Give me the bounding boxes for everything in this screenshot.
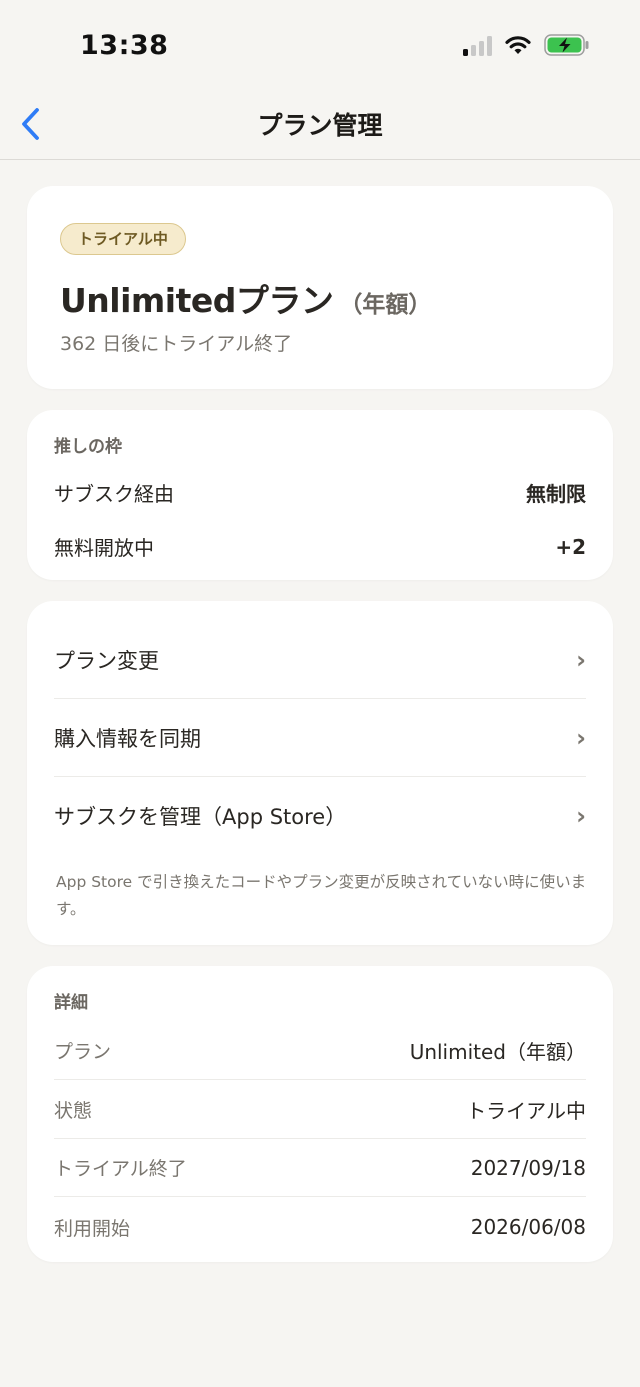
detail-value: 2027/09/18 <box>470 1155 586 1180</box>
battery-charging-icon <box>544 34 589 56</box>
nav-bar: プラン管理 <box>0 96 640 160</box>
detail-key: プラン <box>54 1041 112 1063</box>
status-time: 13:38 <box>80 30 169 61</box>
slot-value: 無制限 <box>526 482 586 506</box>
plan-name: Unlimitedプラン <box>60 281 334 320</box>
plan-period: （年額） <box>339 292 432 318</box>
chevron-right-icon: › <box>576 802 586 830</box>
slot-label: サブスク経由 <box>54 482 174 506</box>
status-bar: 13:38 <box>0 0 640 96</box>
slot-row-free: 無料開放中 +2 <box>54 532 586 561</box>
slots-card: 推しの枠 サブスク経由 無制限 無料開放中 +2 <box>27 410 613 580</box>
detail-row-plan: プラン Unlimited（年額） <box>54 1022 586 1080</box>
trial-remaining-text: 362 日後にトライアル終了 <box>60 333 293 355</box>
action-label: 購入情報を同期 <box>54 726 201 751</box>
detail-row-status: 状態 トライアル中 <box>54 1081 586 1139</box>
sync-purchases-button[interactable]: 購入情報を同期 › <box>54 699 586 777</box>
slot-row-subscription: サブスク経由 無制限 <box>54 478 586 507</box>
detail-key: 状態 <box>54 1100 93 1122</box>
details-section-label: 詳細 <box>54 993 88 1013</box>
cellular-signal-icon <box>463 34 492 56</box>
details-card: 詳細 プラン Unlimited（年額） 状態 トライアル中 トライアル終了 2… <box>27 966 613 1262</box>
detail-key: 利用開始 <box>54 1217 131 1240</box>
plan-title: Unlimitedプラン （年額） <box>60 274 431 322</box>
wifi-icon <box>505 36 531 54</box>
action-label: サブスクを管理（App Store） <box>54 805 347 829</box>
sync-help-note: App Store で引き換えたコードやプラン変更が反映されていない時に使います… <box>56 873 587 918</box>
chevron-right-icon: › <box>576 645 586 674</box>
trial-status-badge: トライアル中 <box>60 223 186 255</box>
detail-key: トライアル終了 <box>54 1158 187 1180</box>
slot-label: 無料開放中 <box>54 536 154 560</box>
manage-subscription-button[interactable]: サブスクを管理（App Store） › <box>54 777 586 855</box>
detail-value: Unlimited（年額） <box>409 1040 586 1064</box>
change-plan-button[interactable]: プラン変更 › <box>54 621 586 699</box>
action-label: プラン変更 <box>54 648 159 673</box>
chevron-right-icon: › <box>576 723 586 752</box>
plan-card: トライアル中 Unlimitedプラン （年額） 362 日後にトライアル終了 <box>27 186 613 389</box>
slots-section-label: 推しの枠 <box>54 437 122 457</box>
detail-value: 2026/06/08 <box>470 1215 586 1239</box>
slot-value: +2 <box>555 534 586 559</box>
actions-card: プラン変更 › 購入情報を同期 › サブスクを管理（App Store） › A… <box>27 601 613 945</box>
status-icons <box>463 34 590 56</box>
detail-row-start: 利用開始 2026/06/08 <box>54 1198 586 1256</box>
detail-row-trial-end: トライアル終了 2027/09/18 <box>54 1139 586 1197</box>
page-title: プラン管理 <box>257 111 383 140</box>
detail-value: トライアル中 <box>466 1099 586 1123</box>
